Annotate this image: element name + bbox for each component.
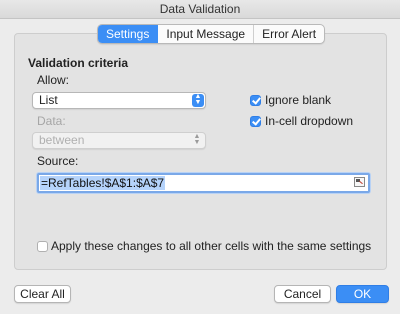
chevron-updown-icon: ▲ ▼ bbox=[193, 133, 201, 146]
tab-settings[interactable]: Settings bbox=[98, 25, 159, 43]
tab-bar: Settings Input Message Error Alert bbox=[97, 24, 326, 44]
cancel-button[interactable]: Cancel bbox=[274, 285, 331, 303]
source-label: Source: bbox=[37, 154, 79, 168]
in-cell-dropdown-checkbox[interactable] bbox=[250, 116, 261, 127]
data-value: between bbox=[39, 133, 85, 147]
apply-all-checkbox[interactable] bbox=[37, 241, 48, 252]
validation-criteria-heading: Validation criteria bbox=[28, 56, 129, 70]
ignore-blank-label: Ignore blank bbox=[265, 93, 332, 107]
window-title: Data Validation bbox=[0, 0, 400, 19]
source-value: =RefTables!$A$1:$A$7 bbox=[40, 176, 166, 190]
ignore-blank-checkbox[interactable] bbox=[250, 95, 261, 106]
allow-select[interactable]: List ▲ ▼ bbox=[32, 92, 206, 109]
ok-button[interactable]: OK bbox=[336, 285, 389, 303]
tab-input-message[interactable]: Input Message bbox=[158, 25, 255, 43]
chevron-updown-icon: ▲ ▼ bbox=[192, 93, 204, 107]
allow-value: List bbox=[39, 93, 58, 107]
data-select: between ▲ ▼ bbox=[32, 132, 206, 149]
source-input[interactable]: =RefTables!$A$1:$A$7 bbox=[37, 173, 370, 193]
apply-all-label: Apply these changes to all other cells w… bbox=[51, 239, 372, 253]
in-cell-dropdown-label: In-cell dropdown bbox=[265, 114, 354, 128]
range-selector-icon[interactable] bbox=[354, 177, 365, 187]
allow-label: Allow: bbox=[37, 73, 70, 87]
clear-all-button[interactable]: Clear All bbox=[14, 285, 71, 303]
tab-error-alert[interactable]: Error Alert bbox=[254, 25, 324, 43]
data-label: Data: bbox=[37, 114, 66, 128]
